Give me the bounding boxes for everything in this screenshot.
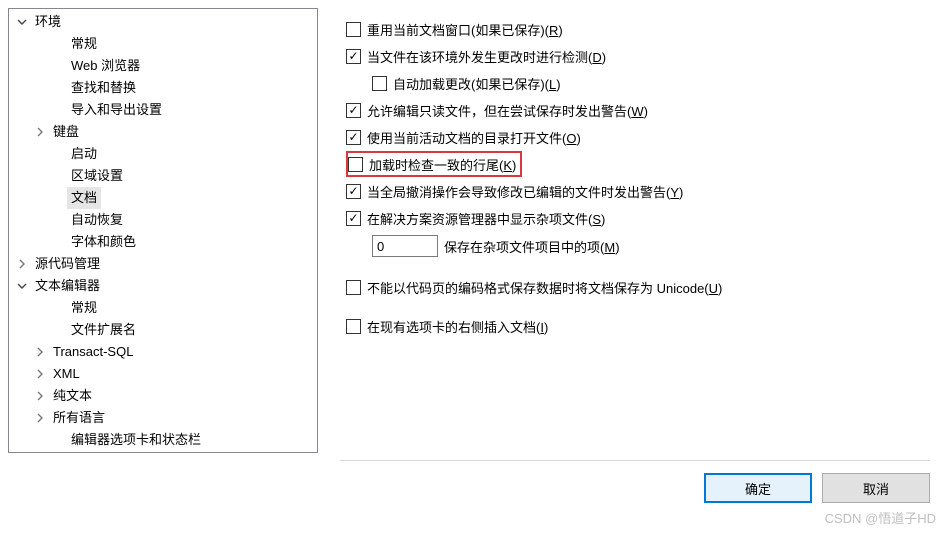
checkbox-icon[interactable]	[346, 184, 361, 199]
tree-item-label: 查找和替换	[67, 77, 140, 99]
tree-item[interactable]: 源代码管理	[9, 253, 317, 275]
chevron-right-icon[interactable]	[15, 257, 29, 271]
tree-item-label: 区域设置	[67, 165, 127, 187]
opt-detect-changes[interactable]: 当文件在该环境外发生更改时进行检测(D)	[346, 43, 940, 69]
tree-item[interactable]: 所有语言	[9, 407, 317, 429]
opt-insert-right[interactable]: 在现有选项卡的右侧插入文档(I)	[346, 313, 940, 339]
opt-label: 使用当前活动文档的目录打开文件(O)	[367, 128, 581, 147]
tree-item-label: 常规	[67, 33, 101, 55]
tree-item-label: Transact-SQL	[49, 341, 137, 363]
tree-item[interactable]: 文档	[9, 187, 317, 209]
footer-separator	[340, 460, 930, 461]
tree-item[interactable]: 编辑器选项卡和状态栏	[9, 429, 317, 451]
opt-label: 不能以代码页的编码格式保存数据时将文档保存为 Unicode(U)	[367, 278, 722, 297]
chevron-right-icon[interactable]	[33, 389, 47, 403]
opt-label: 保存在杂项文件项目中的项(M)	[444, 237, 620, 256]
checkbox-icon[interactable]	[346, 130, 361, 145]
opt-label: 允许编辑只读文件，但在尝试保存时发出警告(W)	[367, 101, 648, 120]
misc-count-input[interactable]	[372, 235, 438, 257]
tree-item-label: 文档	[67, 187, 101, 209]
chevron-down-icon[interactable]	[15, 279, 29, 293]
opt-reuse-window[interactable]: 重用当前文档窗口(如果已保存)(R)	[346, 16, 940, 42]
tree-item[interactable]: 导入和导出设置	[9, 99, 317, 121]
tree-item[interactable]: 字体和颜色	[9, 231, 317, 253]
opt-label: 在现有选项卡的右侧插入文档(I)	[367, 317, 548, 336]
cancel-button[interactable]: 取消	[822, 473, 930, 503]
opt-check-line-ending[interactable]: 加载时检查一致的行尾(K)	[346, 151, 522, 177]
chevron-down-icon[interactable]	[15, 15, 29, 29]
checkbox-icon[interactable]	[348, 157, 363, 172]
tree-item[interactable]: 自动恢复	[9, 209, 317, 231]
checkbox-icon[interactable]	[372, 76, 387, 91]
chevron-right-icon[interactable]	[33, 345, 47, 359]
tree-item[interactable]: 环境	[9, 11, 317, 33]
opt-show-misc[interactable]: 在解决方案资源管理器中显示杂项文件(S)	[346, 205, 940, 231]
tree-item[interactable]: Transact-SQL	[9, 341, 317, 363]
checkbox-icon[interactable]	[346, 49, 361, 64]
tree-item[interactable]: 启动	[9, 143, 317, 165]
tree-item-label: XML	[49, 363, 84, 385]
tree-item[interactable]: 常规	[9, 33, 317, 55]
tree-item-label: 编辑器选项卡和状态栏	[67, 429, 205, 451]
tree-item-label: 文件扩展名	[67, 319, 140, 341]
tree-item[interactable]: 文本编辑器	[9, 275, 317, 297]
checkbox-icon[interactable]	[346, 280, 361, 295]
opt-misc-count-row: 保存在杂项文件项目中的项(M)	[372, 232, 940, 260]
chevron-right-icon[interactable]	[33, 125, 47, 139]
tree-item-label: 启动	[67, 143, 101, 165]
tree-item-label: 常规	[67, 297, 101, 319]
nav-tree-scroll[interactable]: 环境常规Web 浏览器查找和替换导入和导出设置键盘启动区域设置文档自动恢复字体和…	[9, 9, 317, 452]
tree-item-label: 导入和导出设置	[67, 99, 166, 121]
opt-label: 重用当前文档窗口(如果已保存)(R)	[367, 20, 563, 39]
tree-item[interactable]: XML	[9, 363, 317, 385]
tree-item[interactable]: 常规	[9, 297, 317, 319]
opt-auto-load[interactable]: 自动加载更改(如果已保存)(L)	[372, 70, 940, 96]
checkbox-icon[interactable]	[346, 319, 361, 334]
tree-item[interactable]: 区域设置	[9, 165, 317, 187]
opt-undo-warn[interactable]: 当全局撤消操作会导致修改已编辑的文件时发出警告(Y)	[346, 178, 940, 204]
opt-unicode[interactable]: 不能以代码页的编码格式保存数据时将文档保存为 Unicode(U)	[346, 274, 940, 300]
tree-item[interactable]: Web 浏览器	[9, 55, 317, 77]
chevron-right-icon[interactable]	[33, 411, 47, 425]
watermark: CSDN @悟道子HD	[825, 508, 936, 527]
tree-item-label: 字体和颜色	[67, 231, 140, 253]
opt-label: 加载时检查一致的行尾(K)	[369, 155, 516, 174]
opt-label: 当全局撤消操作会导致修改已编辑的文件时发出警告(Y)	[367, 182, 683, 201]
nav-tree-panel: 环境常规Web 浏览器查找和替换导入和导出设置键盘启动区域设置文档自动恢复字体和…	[8, 8, 318, 453]
tree-item[interactable]: 文件扩展名	[9, 319, 317, 341]
opt-label: 在解决方案资源管理器中显示杂项文件(S)	[367, 209, 605, 228]
opt-label: 当文件在该环境外发生更改时进行检测(D)	[367, 47, 606, 66]
tree-item-label: Web 浏览器	[67, 55, 144, 77]
tree-item-label: 纯文本	[49, 385, 96, 407]
tree-item-label: 所有语言	[49, 407, 109, 429]
tree-item-label: 文本编辑器	[31, 275, 104, 297]
opt-open-with-dir[interactable]: 使用当前活动文档的目录打开文件(O)	[346, 124, 940, 150]
tree-item[interactable]: 查找和替换	[9, 77, 317, 99]
checkbox-icon[interactable]	[346, 211, 361, 226]
ok-button[interactable]: 确定	[704, 473, 812, 503]
opt-label: 自动加载更改(如果已保存)(L)	[393, 74, 561, 93]
tree-item-label: 源代码管理	[31, 253, 104, 275]
chevron-right-icon[interactable]	[33, 367, 47, 381]
tree-item[interactable]: 纯文本	[9, 385, 317, 407]
tree-item-label: 键盘	[49, 121, 83, 143]
checkbox-icon[interactable]	[346, 22, 361, 37]
options-panel: 重用当前文档窗口(如果已保存)(R) 当文件在该环境外发生更改时进行检测(D) …	[318, 8, 940, 452]
tree-item-label: 环境	[31, 11, 65, 33]
tree-item-label: 自动恢复	[67, 209, 127, 231]
tree-item[interactable]: 键盘	[9, 121, 317, 143]
opt-allow-readonly[interactable]: 允许编辑只读文件，但在尝试保存时发出警告(W)	[346, 97, 940, 123]
checkbox-icon[interactable]	[346, 103, 361, 118]
